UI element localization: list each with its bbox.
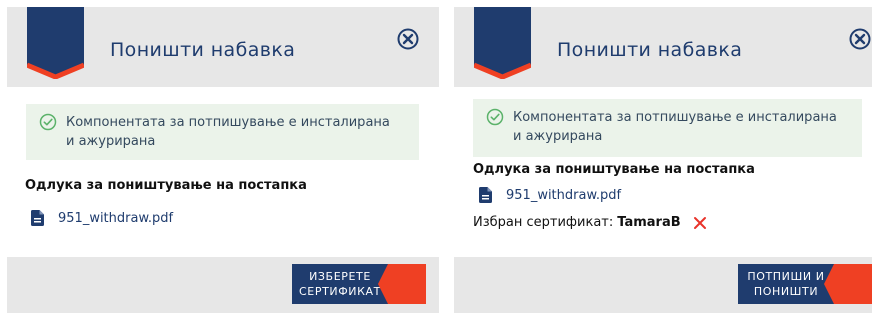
ribbon-icon	[474, 7, 531, 79]
selected-certificate: Избран сертификат: TamaraB	[473, 215, 707, 230]
cancel-procurement-dialog-sign: Поништи набавка Компонентата за потпишув…	[454, 7, 872, 313]
cancel-procurement-dialog-select-cert: Поништи набавка Компонентата за потпишув…	[7, 7, 439, 313]
action-label-line2: ПОНИШТИ	[753, 285, 819, 298]
file-name: 951_withdraw.pdf	[58, 210, 174, 226]
arrow-chevron-icon	[824, 264, 872, 304]
file-name: 951_withdraw.pdf	[506, 187, 622, 203]
cert-label: Избран сертификат:	[473, 215, 614, 230]
success-notice: Компонентата за потпишување е инсталиран…	[473, 99, 862, 157]
action-label-line1: ПОТПИШИ И	[747, 270, 825, 283]
check-circle-icon	[486, 108, 504, 126]
dialog-header: Поништи набавка	[454, 7, 872, 87]
cert-name: TamaraB	[617, 215, 681, 230]
dialog-title: Поништи набавка	[110, 39, 296, 61]
action-label: ПОТПИШИ И ПОНИШТИ	[738, 264, 834, 304]
check-circle-icon	[39, 113, 57, 131]
select-certificate-button[interactable]: ИЗБЕРЕТЕ СЕРТИФИКАТ	[292, 264, 426, 304]
file-link[interactable]: 951_withdraw.pdf	[479, 187, 621, 203]
notice-text: Компонентата за потпишување е инсталиран…	[66, 115, 390, 149]
success-notice: Компонентата за потпишување е инсталиран…	[26, 104, 419, 160]
close-circle-icon[interactable]	[396, 27, 420, 51]
section-title: Одлука за поништување на постапка	[25, 178, 307, 193]
close-circle-icon[interactable]	[848, 27, 872, 51]
sign-and-cancel-button[interactable]: ПОТПИШИ И ПОНИШТИ	[738, 264, 872, 304]
action-label-line1: ИЗБЕРЕТЕ	[309, 270, 371, 283]
notice-text: Компонентата за потпишување е инсталиран…	[513, 110, 837, 144]
pdf-file-icon	[31, 210, 44, 226]
action-label-line2: СЕРТИФИКАТ	[299, 285, 381, 298]
file-link[interactable]: 951_withdraw.pdf	[31, 210, 173, 226]
arrow-chevron-icon	[378, 264, 426, 304]
section-title: Одлука за поништување на постапка	[473, 162, 755, 177]
dialog-header: Поништи набавка	[7, 7, 439, 87]
ribbon-icon	[27, 7, 84, 79]
pdf-file-icon	[479, 187, 492, 203]
action-label: ИЗБЕРЕТЕ СЕРТИФИКАТ	[292, 264, 388, 304]
remove-x-icon[interactable]	[693, 216, 707, 230]
dialog-title: Поништи набавка	[557, 39, 743, 61]
dialog-footer: ИЗБЕРЕТЕ СЕРТИФИКАТ	[7, 257, 439, 313]
dialog-footer: ПОТПИШИ И ПОНИШТИ	[454, 257, 872, 313]
